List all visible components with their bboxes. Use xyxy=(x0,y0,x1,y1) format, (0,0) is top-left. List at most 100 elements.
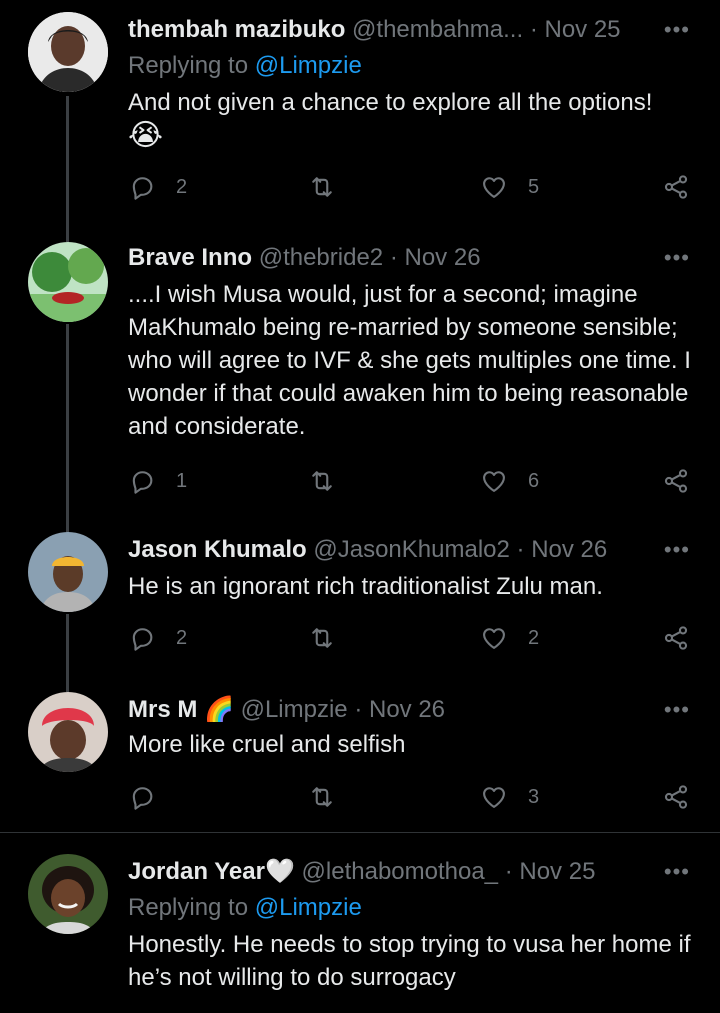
like-icon xyxy=(480,173,508,201)
separator-dot: · xyxy=(504,858,513,885)
retweet-button[interactable] xyxy=(308,464,336,498)
more-icon[interactable]: ••• xyxy=(664,856,690,888)
replying-prefix: Replying to xyxy=(128,52,249,79)
handle[interactable]: @Limpzie xyxy=(241,696,348,723)
share-icon xyxy=(662,624,690,652)
avatar[interactable] xyxy=(28,854,108,934)
thread-line xyxy=(66,324,69,524)
display-name[interactable]: Mrs M xyxy=(128,696,197,723)
display-name[interactable]: Jason Khumalo xyxy=(128,536,307,563)
retweet-icon xyxy=(308,173,336,201)
like-button[interactable]: 2 xyxy=(480,621,539,655)
display-name[interactable]: Jordan Year xyxy=(128,858,265,885)
display-name[interactable]: Brave Inno xyxy=(128,244,252,271)
avatar[interactable] xyxy=(28,242,108,322)
reply-icon xyxy=(128,624,156,652)
handle[interactable]: @JasonKhumalo2 xyxy=(313,536,509,563)
share-icon xyxy=(662,783,690,811)
reply-button[interactable]: 2 xyxy=(128,621,187,655)
replying-prefix: Replying to xyxy=(128,894,249,921)
like-icon xyxy=(480,624,508,652)
retweet-button[interactable] xyxy=(308,621,336,655)
replying-to: Replying to @Limpzie xyxy=(128,50,362,82)
like-button[interactable]: 6 xyxy=(480,464,539,498)
like-icon xyxy=(480,783,508,811)
reply-button[interactable] xyxy=(128,780,156,814)
share-button[interactable] xyxy=(662,464,690,498)
like-button[interactable]: 3 xyxy=(480,780,539,814)
reply-icon xyxy=(128,467,156,495)
thread-line xyxy=(66,614,69,684)
share-button[interactable] xyxy=(662,780,690,814)
tweet-text-content: And not given a chance to explore all th… xyxy=(128,89,653,116)
reply-count: 2 xyxy=(176,626,188,649)
like-count: 5 xyxy=(528,175,540,198)
reply-count: 1 xyxy=(176,469,188,492)
handle[interactable]: @lethabomothoa_ xyxy=(302,858,499,885)
retweet-button[interactable] xyxy=(308,170,336,204)
tweet-mrs-m[interactable]: Mrs M 🌈 @Limpzie · Nov 26 ••• More like … xyxy=(0,680,720,832)
like-count: 2 xyxy=(528,626,540,649)
avatar[interactable] xyxy=(28,532,108,612)
mention-link[interactable]: @Limpzie xyxy=(255,894,362,921)
separator-dot: · xyxy=(516,536,525,563)
retweet-icon xyxy=(308,624,336,652)
action-bar: 3 xyxy=(128,780,690,814)
thread-line xyxy=(66,96,69,232)
tweet-text: And not given a chance to explore all th… xyxy=(128,86,698,152)
avatar[interactable] xyxy=(28,12,108,92)
tweet-jordan-year[interactable]: Jordan Year🤍 @lethabomothoa_ · Nov 25 ••… xyxy=(0,842,720,1013)
tweet-brave-inno[interactable]: Brave Inno @thebride2 · Nov 26 ••• ....I… xyxy=(0,228,720,524)
tweet-header: Mrs M 🌈 @Limpzie · Nov 26 ••• xyxy=(128,694,720,726)
reply-button[interactable]: 2 xyxy=(128,170,187,204)
tweet-header: Jordan Year🤍 @lethabomothoa_ · Nov 25 ••… xyxy=(128,856,720,888)
timestamp[interactable]: Nov 26 xyxy=(405,244,481,271)
share-icon xyxy=(662,173,690,201)
handle[interactable]: @thebride2 xyxy=(259,244,383,271)
mention-link[interactable]: @Limpzie xyxy=(255,52,362,79)
replying-to: Replying to @Limpzie xyxy=(128,892,362,924)
share-icon xyxy=(662,467,690,495)
separator-dot: · xyxy=(389,244,398,271)
share-button[interactable] xyxy=(662,170,690,204)
more-icon[interactable]: ••• xyxy=(664,14,690,46)
tweet-header: Brave Inno @thebride2 · Nov 26 ••• xyxy=(128,242,720,274)
retweet-icon xyxy=(308,467,336,495)
timestamp[interactable]: Nov 25 xyxy=(519,858,595,885)
tweet-text: He is an ignorant rich traditionalist Zu… xyxy=(128,573,603,600)
display-name[interactable]: thembah mazibuko xyxy=(128,16,345,43)
tweet-text: ....I wish Musa would, just for a second… xyxy=(128,281,691,440)
tweet-text: Honestly. He needs to stop trying to vus… xyxy=(128,931,691,991)
more-icon[interactable]: ••• xyxy=(664,694,690,726)
like-button[interactable]: 5 xyxy=(480,170,539,204)
divider xyxy=(0,832,720,833)
action-bar: 2 2 xyxy=(128,621,690,655)
action-bar: 2 5 xyxy=(128,170,690,204)
reply-button[interactable]: 1 xyxy=(128,464,187,498)
tweet-thembah[interactable]: thembah mazibuko @thembahma... · Nov 25 … xyxy=(0,0,720,232)
more-icon[interactable]: ••• xyxy=(664,242,690,274)
reply-count: 2 xyxy=(176,175,188,198)
tweet-header: thembah mazibuko @thembahma... · Nov 25 … xyxy=(128,14,720,46)
timestamp[interactable]: Nov 25 xyxy=(544,16,620,43)
white-heart-emoji: 🤍 xyxy=(264,858,295,885)
handle[interactable]: @thembahma... xyxy=(352,16,523,43)
like-count: 6 xyxy=(528,469,540,492)
timestamp[interactable]: Nov 26 xyxy=(531,536,607,563)
separator-dot: · xyxy=(529,16,538,43)
action-bar: 1 6 xyxy=(128,464,690,498)
tweet-jason-khumalo[interactable]: Jason Khumalo @JasonKhumalo2 · Nov 26 ••… xyxy=(0,520,720,684)
tweet-text: More like cruel and selfish xyxy=(128,731,406,758)
crying-emoji: 😭 xyxy=(128,119,164,152)
thread-line xyxy=(66,680,69,692)
separator-dot: · xyxy=(354,696,363,723)
reply-icon xyxy=(128,173,156,201)
more-icon[interactable]: ••• xyxy=(664,534,690,566)
thread-line xyxy=(66,228,69,242)
tweet-header: Jason Khumalo @JasonKhumalo2 · Nov 26 ••… xyxy=(128,534,720,566)
like-count: 3 xyxy=(528,785,540,808)
timestamp[interactable]: Nov 26 xyxy=(369,696,445,723)
retweet-button[interactable] xyxy=(308,780,336,814)
share-button[interactable] xyxy=(662,621,690,655)
avatar[interactable] xyxy=(28,692,108,772)
